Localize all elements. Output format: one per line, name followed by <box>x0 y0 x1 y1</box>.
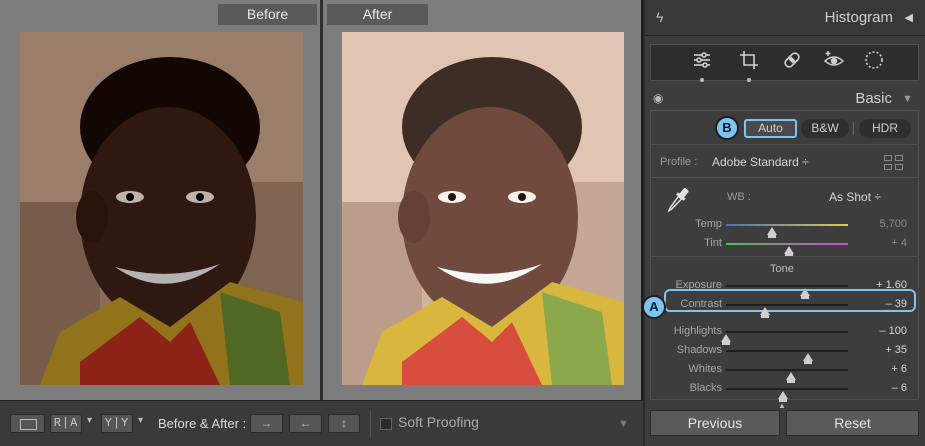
tint-value[interactable]: + 4 <box>891 237 907 249</box>
temp-label: Temp <box>695 218 722 230</box>
auto-button[interactable]: Auto <box>744 119 797 138</box>
active-tool-dot <box>700 78 704 82</box>
swap-before-after-button[interactable]: ↕ <box>328 414 360 433</box>
panel-resize-notch-icon[interactable]: ▲ <box>778 401 786 410</box>
contrast-slider-row: Contrast – 39 <box>651 296 918 318</box>
blacks-label: Blacks <box>689 382 722 394</box>
expand-triangle-icon[interactable]: ▼ <box>902 93 913 105</box>
exposure-slider[interactable] <box>726 285 848 299</box>
soft-proofing-checkbox[interactable] <box>380 418 392 430</box>
chevron-down-icon[interactable]: ▾ <box>87 415 92 426</box>
highlights-slider[interactable] <box>721 331 848 345</box>
view-toolbar: R|A ▾ Y|Y ▾ Before & After : → ← ↕ Soft … <box>0 400 643 446</box>
tint-label: Tint <box>704 237 722 249</box>
contrast-slider-thumb[interactable] <box>760 307 770 318</box>
tint-slider[interactable] <box>726 243 848 257</box>
whites-slider-row: Whites + 6 <box>651 361 918 383</box>
develop-right-panel: ϟ Histogram ◀ ◉ Basic ▼ Auto B&W HDR Pro… <box>645 0 925 446</box>
loupe-view-button[interactable] <box>10 414 45 433</box>
divider <box>651 144 918 145</box>
eye-icon[interactable]: ◉ <box>653 91 663 105</box>
shadows-slider-row: Shadows + 35 <box>651 342 918 364</box>
basic-panel: Auto B&W HDR Profile : Adobe Standard ÷ … <box>650 110 919 402</box>
callout-a-badge: A <box>642 295 666 319</box>
contrast-value[interactable]: – 39 <box>886 298 907 310</box>
tint-slider-thumb[interactable] <box>784 246 794 257</box>
toolbar-menu-icon[interactable]: ▼ <box>618 418 629 430</box>
after-label: After <box>327 4 428 25</box>
histogram-header[interactable]: ϟ Histogram ◀ <box>645 0 925 36</box>
before-after-viewer: Before After <box>0 0 643 400</box>
previous-button[interactable]: Previous <box>650 410 780 436</box>
before-label: Before <box>218 4 317 25</box>
whites-label: Whites <box>688 363 722 375</box>
tint-slider-row: Tint + 4 <box>651 235 918 257</box>
adjust-sliders-icon[interactable] <box>689 50 715 82</box>
divider <box>853 122 854 135</box>
whites-value[interactable]: + 6 <box>891 363 907 375</box>
copy-before-to-after-button[interactable]: → <box>250 414 283 433</box>
black-and-white-button[interactable]: B&W <box>801 119 849 138</box>
shadows-slider-thumb[interactable] <box>803 353 813 364</box>
highlights-label: Highlights <box>673 325 722 337</box>
temp-slider-thumb[interactable] <box>767 227 777 238</box>
divider <box>651 177 918 178</box>
highlights-slider-thumb[interactable] <box>721 334 731 345</box>
shadows-label: Shadows <box>676 344 722 356</box>
blacks-slider[interactable] <box>726 388 848 402</box>
tone-label: Tone <box>770 263 794 275</box>
profile-dropdown[interactable]: Adobe Standard ÷ <box>712 155 809 169</box>
healing-bandage-icon[interactable] <box>779 50 805 74</box>
contrast-slider[interactable] <box>726 304 848 318</box>
after-photo[interactable] <box>342 32 624 385</box>
temp-slider-row: Temp 5,700 <box>651 216 918 238</box>
lightning-icon: ϟ <box>656 9 664 25</box>
shadows-slider[interactable] <box>726 350 848 364</box>
chevron-down-icon[interactable]: ▾ <box>138 415 143 426</box>
lightroom-develop-window: Before After R|A ▾ Y|Y ▾ Before & After … <box>0 0 925 446</box>
blacks-slider-row: Blacks – 6 <box>651 380 918 402</box>
basic-header[interactable]: ◉ Basic ▼ <box>645 88 925 110</box>
temp-value[interactable]: 5,700 <box>879 218 907 230</box>
divider <box>651 256 918 257</box>
whites-slider-thumb[interactable] <box>786 372 796 383</box>
white-balance-eyedropper-icon[interactable] <box>663 184 693 216</box>
red-eye-icon[interactable] <box>821 50 847 74</box>
before-after-label: Before & After : <box>158 416 247 431</box>
histogram-title: Histogram <box>824 9 893 26</box>
highlights-value[interactable]: – 100 <box>879 325 907 337</box>
before-after-left-right-button[interactable]: R|A <box>50 414 82 433</box>
copy-after-to-before-button[interactable]: ← <box>289 414 322 433</box>
tool-strip <box>650 44 919 82</box>
profile-browser-grid-icon[interactable] <box>884 155 904 170</box>
callout-b-badge: B <box>715 116 739 140</box>
collapse-triangle-icon[interactable]: ◀ <box>905 11 913 24</box>
before-photo[interactable] <box>20 32 303 385</box>
temp-slider[interactable] <box>726 224 848 238</box>
wb-dropdown[interactable]: As Shot ÷ <box>829 190 881 204</box>
before-after-split-button[interactable]: Y|Y <box>101 414 133 433</box>
reset-button[interactable]: Reset <box>786 410 919 436</box>
crop-icon[interactable] <box>736 50 762 82</box>
blacks-value[interactable]: – 6 <box>892 382 907 394</box>
hdr-button[interactable]: HDR <box>859 119 911 138</box>
profile-label: Profile : <box>660 156 698 168</box>
mask-circle-icon[interactable] <box>861 50 887 74</box>
tool-dot <box>747 78 751 82</box>
contrast-label: Contrast <box>680 298 722 310</box>
wb-label: WB : <box>727 191 751 203</box>
before-pane: Before <box>0 0 320 400</box>
after-pane: After <box>323 0 641 400</box>
toolbar-divider <box>370 411 371 437</box>
blacks-slider-thumb[interactable] <box>778 391 788 402</box>
basic-title: Basic <box>855 90 892 107</box>
shadows-value[interactable]: + 35 <box>885 344 907 356</box>
soft-proofing-label: Soft Proofing <box>398 414 479 430</box>
whites-slider[interactable] <box>726 369 848 383</box>
highlights-slider-row: Highlights – 100 <box>651 323 918 345</box>
